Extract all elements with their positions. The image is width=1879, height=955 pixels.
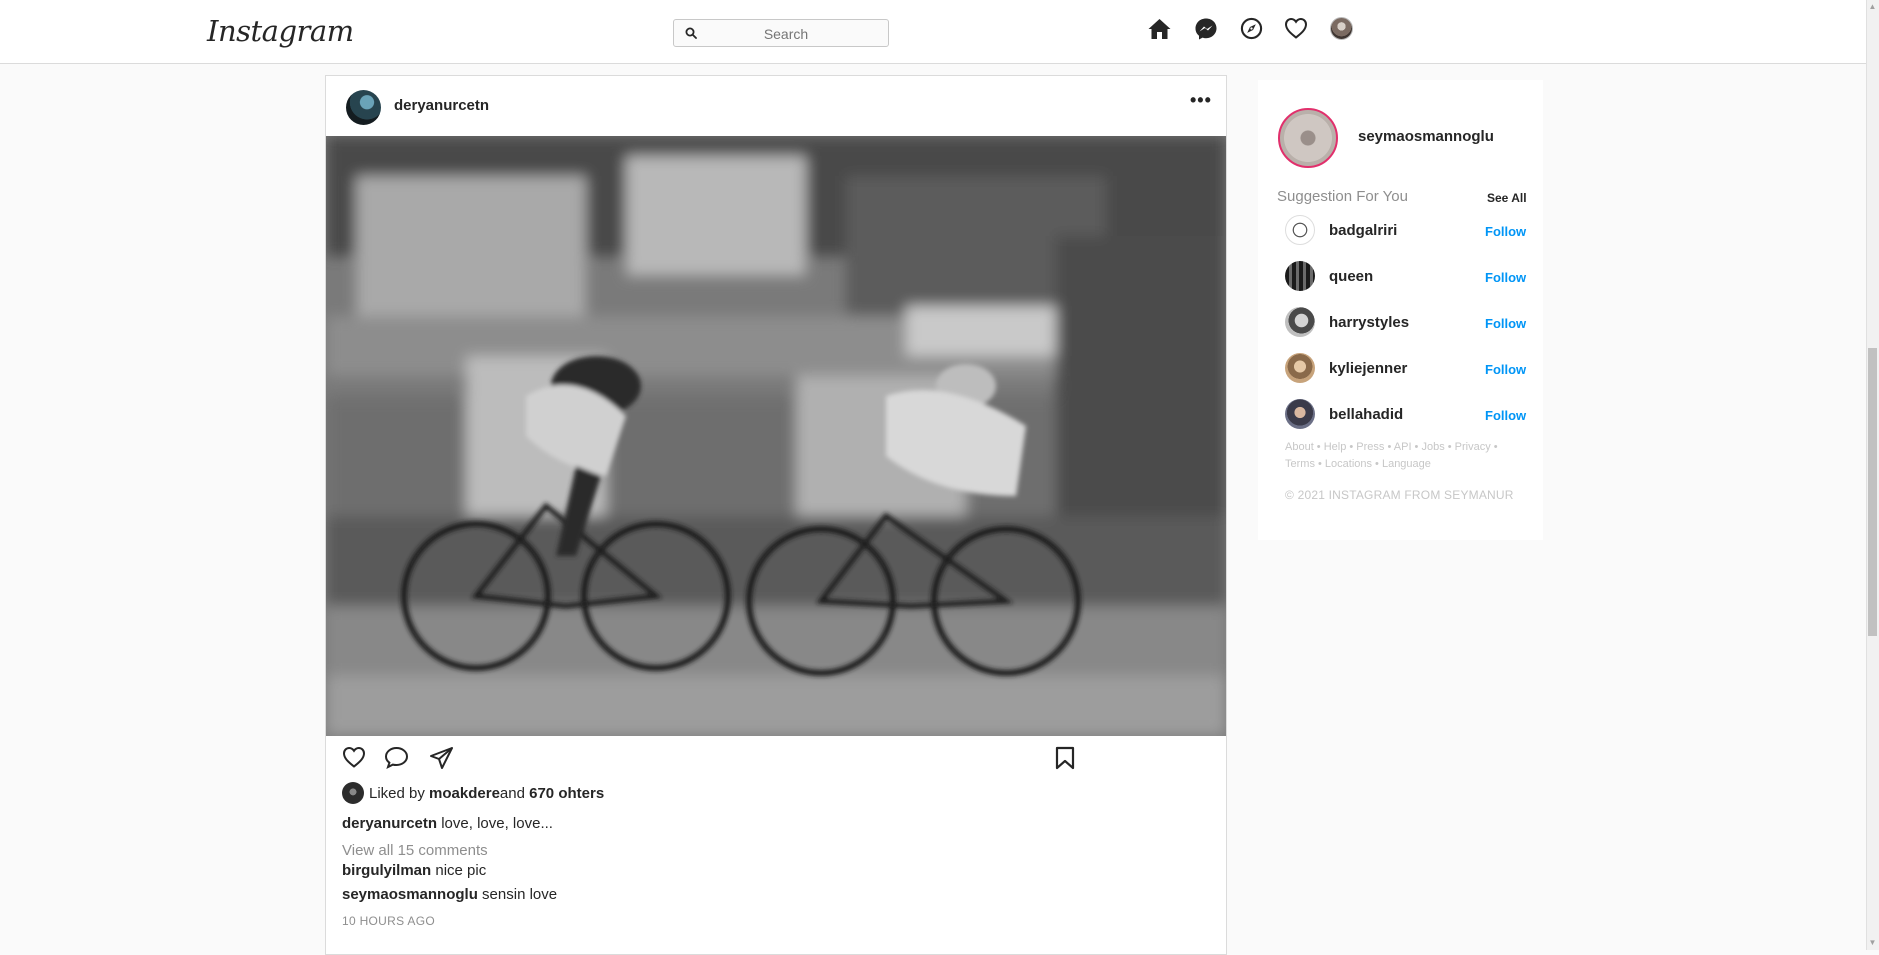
follow-button[interactable]: Follow: [1485, 316, 1526, 331]
footer-links-line[interactable]: About • Help • Press • API • Jobs • Priv…: [1285, 439, 1515, 456]
follow-button[interactable]: Follow: [1485, 362, 1526, 377]
footer-links-line[interactable]: Terms • Locations • Language: [1285, 456, 1515, 473]
comment-item: birgulyilman nice pic: [342, 862, 486, 879]
search-box[interactable]: [673, 19, 889, 47]
suggestion-username[interactable]: queen: [1329, 268, 1373, 285]
follow-button[interactable]: Follow: [1485, 270, 1526, 285]
copyright-text: © 2021 INSTAGRAM FROM SEYMANUR: [1285, 488, 1514, 502]
liked-by-count[interactable]: 670 ohters: [529, 785, 604, 802]
explore-icon[interactable]: [1240, 17, 1263, 43]
comment-item: seymaosmannoglu sensin love: [342, 886, 557, 903]
scroll-thumb[interactable]: [1868, 348, 1877, 636]
top-navigation-bar: Instagram: [0, 0, 1866, 64]
liked-by-user[interactable]: moakdere: [429, 785, 500, 802]
view-all-comments-link[interactable]: View all 15 comments: [342, 842, 488, 859]
feed-post: deryanurcetn ••• Liked by moakdereand 67…: [325, 75, 1227, 955]
suggestions-title: Suggestion For You: [1277, 188, 1408, 205]
search-input[interactable]: [694, 22, 878, 46]
suggestion-item: kyliejenner Follow: [1285, 353, 1535, 385]
heart-icon[interactable]: [1284, 17, 1308, 43]
follow-button[interactable]: Follow: [1485, 224, 1526, 239]
suggestion-avatar[interactable]: [1285, 261, 1315, 291]
suggestion-item: badgalriri Follow: [1285, 215, 1535, 247]
page-scrollbar[interactable]: ▲ ▼: [1866, 0, 1879, 950]
suggestion-avatar[interactable]: [1285, 353, 1315, 383]
liked-by-and: and: [499, 785, 525, 802]
comment-text: nice pic: [435, 862, 487, 879]
more-options-icon[interactable]: •••: [1190, 90, 1212, 111]
post-actions: [342, 746, 1222, 776]
post-photo[interactable]: [326, 136, 1226, 736]
profile-avatar[interactable]: [1330, 17, 1353, 40]
suggestions-sidebar: seymaosmannoglu Suggestion For You See A…: [1258, 80, 1543, 540]
scroll-up-arrow-icon[interactable]: ▲: [1868, 2, 1877, 12]
liked-by-prefix: Liked by: [369, 785, 425, 802]
suggestion-item: bellahadid Follow: [1285, 399, 1535, 431]
suggestion-username[interactable]: harrystyles: [1329, 314, 1409, 331]
comment-username[interactable]: seymaosmannoglu: [342, 886, 478, 903]
caption-text: love, love, love...: [441, 815, 553, 832]
comment-icon[interactable]: [384, 746, 409, 774]
comment-text: sensin love: [482, 886, 558, 903]
suggestion-username[interactable]: bellahadid: [1329, 406, 1403, 423]
my-username[interactable]: seymaosmannoglu: [1358, 128, 1494, 145]
follow-button[interactable]: Follow: [1485, 408, 1526, 423]
post-caption: deryanurcetn love, love, love...: [342, 815, 553, 832]
suggestion-avatar[interactable]: [1285, 215, 1315, 245]
suggestion-username[interactable]: badgalriri: [1329, 222, 1397, 239]
suggestion-avatar[interactable]: [1285, 307, 1315, 337]
suggestion-avatar[interactable]: [1285, 399, 1315, 429]
caption-username[interactable]: deryanurcetn: [342, 815, 437, 832]
messenger-icon[interactable]: [1194, 17, 1218, 43]
liker-avatar[interactable]: [342, 782, 364, 804]
comment-username[interactable]: birgulyilman: [342, 862, 431, 879]
my-avatar[interactable]: [1278, 108, 1338, 168]
suggestion-item: harrystyles Follow: [1285, 307, 1535, 339]
scroll-down-arrow-icon[interactable]: ▼: [1868, 938, 1877, 948]
like-icon[interactable]: [342, 746, 366, 773]
post-author-username[interactable]: deryanurcetn: [394, 97, 489, 114]
post-author-avatar[interactable]: [346, 90, 381, 125]
post-header: deryanurcetn •••: [326, 76, 1226, 136]
share-icon[interactable]: [429, 746, 454, 775]
suggestion-username[interactable]: kyliejenner: [1329, 360, 1407, 377]
home-icon[interactable]: [1147, 17, 1172, 43]
footer-links: About • Help • Press • API • Jobs • Priv…: [1285, 439, 1515, 473]
bookmark-icon[interactable]: [1055, 746, 1075, 775]
instagram-logo[interactable]: Instagram: [207, 14, 354, 48]
see-all-link[interactable]: See All: [1487, 191, 1527, 205]
post-timestamp: 10 HOURS AGO: [342, 914, 435, 928]
suggestion-item: queen Follow: [1285, 261, 1535, 293]
